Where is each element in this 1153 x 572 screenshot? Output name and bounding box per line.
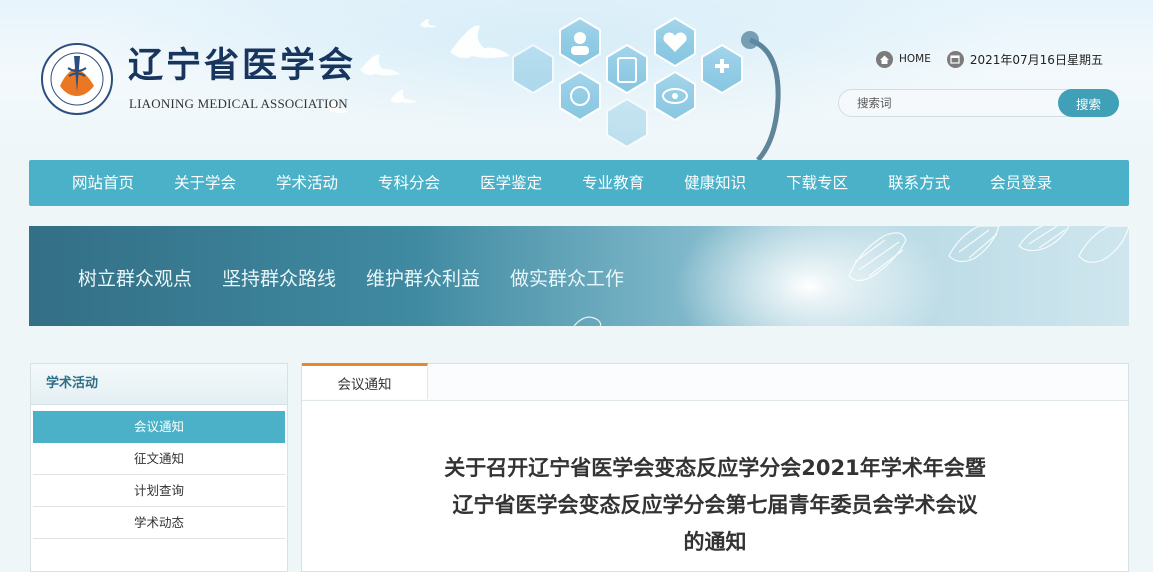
sidebar-item-plan-query[interactable]: 计划查询 <box>33 475 285 507</box>
nav-item-contact[interactable]: 联系方式 <box>888 160 950 206</box>
home-link[interactable]: HOME <box>899 53 931 65</box>
main-navigation: 网站首页 关于学会 学术活动 专科分会 医学鉴定 专业教育 健康知识 下载专区 … <box>29 160 1129 206</box>
nav-item-academic[interactable]: 学术活动 <box>276 160 338 206</box>
sidebar-menu: 会议通知 征文通知 计划查询 学术动态 <box>33 411 285 539</box>
site-logo-title[interactable]: 辽宁省医学会 <box>128 44 356 88</box>
association-seal-logo-icon[interactable] <box>40 42 114 116</box>
article-title-line: 关于召开辽宁省医学会变态反应学分会2021年学术年会暨 <box>444 456 986 480</box>
search-input[interactable] <box>857 94 1047 112</box>
slogan-text: 坚持群众路线 <box>222 268 337 290</box>
site-header: 辽宁省医学会 LIAONING MEDICAL ASSOCIATION HOME… <box>0 0 1153 160</box>
tab-meeting-notice[interactable]: 会议通知 <box>302 363 428 399</box>
nav-item-home[interactable]: 网站首页 <box>72 160 134 206</box>
slogan-banner: 树立群众观点 坚持群众路线 维护群众利益 做实群众工作 <box>29 226 1129 326</box>
article-title-line: 的通知 <box>683 530 747 554</box>
slogan-text: 维护群众利益 <box>366 268 481 290</box>
nav-item-health[interactable]: 健康知识 <box>684 160 746 206</box>
sidebar-item-meeting-notice[interactable]: 会议通知 <box>33 411 285 443</box>
nav-item-education[interactable]: 专业教育 <box>582 160 644 206</box>
sidebar: 学术活动 会议通知 征文通知 计划查询 学术动态 <box>30 363 288 572</box>
home-icon[interactable] <box>876 50 893 68</box>
main-content: 会议通知 关于召开辽宁省医学会变态反应学分会2021年学术年会暨 辽宁省医学会变… <box>301 363 1129 572</box>
nav-item-downloads[interactable]: 下载专区 <box>786 160 848 206</box>
slogan-text: 做实群众工作 <box>510 268 625 290</box>
sidebar-item-call-for-papers[interactable]: 征文通知 <box>33 443 285 475</box>
site-logo-subtitle: LIAONING MEDICAL ASSOCIATION <box>129 96 348 111</box>
article-title: 关于召开辽宁省医学会变态反应学分会2021年学术年会暨 辽宁省医学会变态反应学分… <box>342 450 1088 561</box>
slogan-text: 树立群众观点 <box>78 268 193 290</box>
search-button[interactable]: 搜索 <box>1058 89 1119 117</box>
nav-item-appraisal[interactable]: 医学鉴定 <box>480 160 542 206</box>
calendar-icon <box>946 50 964 68</box>
nav-item-member-login[interactable]: 会员登录 <box>990 160 1052 206</box>
top-utility-bar: HOME 2021年07月16日星期五 <box>876 48 1103 70</box>
search-box: 搜索 <box>838 89 1119 117</box>
banner-slogans: 树立群众观点 坚持群众路线 维护群众利益 做实群众工作 <box>78 264 654 291</box>
nav-item-about[interactable]: 关于学会 <box>174 160 236 206</box>
sidebar-item-academic-news[interactable]: 学术动态 <box>33 507 285 539</box>
nav-item-branches[interactable]: 专科分会 <box>378 160 440 206</box>
current-date: 2021年07月16日星期五 <box>969 52 1103 67</box>
article-title-line: 辽宁省医学会变态反应学分会第七届青年委员会学术会议 <box>452 493 978 517</box>
content-tab-bar: 会议通知 <box>302 363 1128 401</box>
header-medical-illustration <box>330 16 781 160</box>
sidebar-title: 学术活动 <box>31 364 287 405</box>
